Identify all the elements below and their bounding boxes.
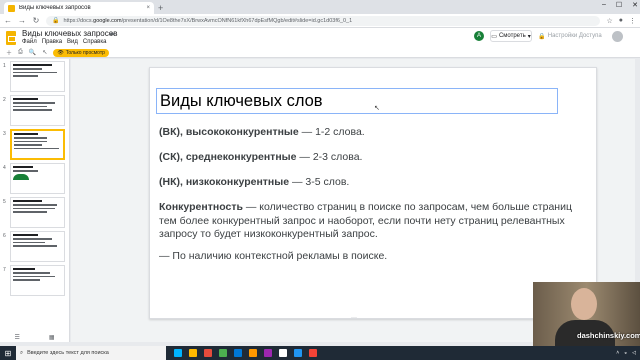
url-text: https://docs.google.com/presentation/d/1…: [63, 17, 353, 24]
maximize-button[interactable]: ☐: [616, 1, 622, 9]
view-only-badge[interactable]: 👁 Только просмотр: [53, 48, 109, 57]
docs-header: Виды ключевых запросов ☁ Файл Правка Вид…: [0, 28, 640, 48]
webcam-overlay: dashchinskiy.com: [533, 282, 640, 346]
present-icon: ▭: [491, 33, 497, 40]
new-tab-button[interactable]: +: [158, 2, 163, 14]
system-tray: ˄ ◒ ◁: [616, 350, 640, 356]
taskbar-app-icon[interactable]: [249, 349, 257, 357]
slide-thumbnail[interactable]: 4: [0, 163, 70, 195]
bullet-line-nk: (НК), низкоконкурентные — 3-5 слов.: [159, 176, 350, 188]
watermark-text: dashchinskiy.com: [577, 331, 640, 340]
select-icon[interactable]: ↖: [42, 49, 47, 56]
slide-number: 6: [3, 233, 6, 239]
filmstrip-view-controls: ☰ ▦: [0, 333, 70, 342]
browser-tab-strip: Виды ключевых запросов × + – ☐ ✕: [0, 0, 640, 14]
competition-paragraph: Конкурентность — количество страниц в по…: [159, 201, 572, 240]
slide-number: 4: [3, 165, 6, 171]
volume-icon[interactable]: ◁: [632, 350, 636, 356]
close-window-button[interactable]: ✕: [632, 1, 638, 9]
present-button-label: Смотреть: [498, 33, 526, 39]
menu-edit[interactable]: Правка: [42, 39, 62, 45]
browser-tab[interactable]: Виды ключевых запросов ×: [4, 2, 154, 14]
taskbar-app-icon[interactable]: [174, 349, 182, 357]
chart-shape-icon: [13, 173, 29, 180]
slide-number: 2: [3, 97, 6, 103]
taskbar-app-icon[interactable]: [204, 349, 212, 357]
slide-thumbnail[interactable]: 5: [0, 197, 70, 229]
slide-number: 3: [3, 131, 6, 137]
slide-thumbnail[interactable]: 1: [0, 61, 70, 93]
bullet-line-sk: (СК), среднеконкурентные — 2-3 слова.: [159, 151, 363, 163]
slide-thumbnail[interactable]: 6: [0, 231, 70, 263]
bullet-line-vk: (ВК), высококонкурентные — 1-2 слова.: [159, 126, 365, 138]
slide-thumbnail[interactable]: 7: [0, 265, 70, 297]
new-slide-icon[interactable]: ＋: [6, 48, 12, 57]
taskbar-app-icon[interactable]: [189, 349, 197, 357]
browser-tab-title: Виды ключевых запросов: [19, 5, 91, 11]
back-arrow-icon[interactable]: ←: [4, 16, 12, 25]
slide-filmstrip: 1 2 3 4 5 6 7: [0, 59, 70, 335]
slide-number: 1: [3, 63, 6, 69]
slide-title: Виды ключевых слов: [160, 92, 323, 110]
taskbar-app-icon[interactable]: [219, 349, 227, 357]
slide-number: 7: [3, 267, 6, 273]
presenter-head: [571, 288, 597, 320]
lock-icon: 🔒: [52, 18, 60, 24]
slides-favicon-icon: [8, 4, 15, 12]
menu-view[interactable]: Вид: [67, 39, 78, 45]
slide-number: 5: [3, 199, 6, 205]
url-input[interactable]: 🔒 https://docs.google.com/presentation/d…: [46, 15, 601, 26]
share-button[interactable]: 🔒 Настройки Доступа: [538, 30, 602, 42]
window-controls: – ☐ ✕: [602, 1, 638, 9]
speaker-notes-handle[interactable]: ···: [351, 315, 357, 321]
bookmark-star-icon[interactable]: ☆: [606, 17, 612, 25]
taskbar-app-icon[interactable]: [309, 349, 317, 357]
tab-close-icon[interactable]: ×: [146, 5, 150, 11]
menu-file[interactable]: Файл: [22, 39, 37, 45]
document-title[interactable]: Виды ключевых запросов: [22, 29, 118, 38]
list-view-icon[interactable]: ☰: [14, 334, 19, 341]
toolbar: ＋ ⎙ 🔍 ↖ 👁 Только просмотр: [0, 48, 640, 58]
taskbar-app-icon[interactable]: [294, 349, 302, 357]
taskbar-search-placeholder: Введите здесь текст для поиска: [27, 350, 109, 356]
taskbar-apps: [174, 349, 317, 357]
account-avatar[interactable]: [612, 31, 623, 42]
minimize-button[interactable]: –: [602, 1, 606, 9]
slide-thumbnail[interactable]: 2: [0, 95, 70, 127]
chevron-down-icon: ▾: [527, 33, 531, 40]
menu-bar: Файл Правка Вид Справка: [22, 39, 106, 45]
browser-menu-icon[interactable]: ⋮: [629, 17, 636, 25]
taskbar-search-input[interactable]: ⌕ Введите здесь текст для поиска: [16, 346, 166, 360]
network-icon[interactable]: ◒: [624, 350, 627, 356]
cloud-status-icon: ☁: [108, 30, 115, 37]
taskbar-app-icon[interactable]: [234, 349, 242, 357]
eye-icon: 👁: [57, 49, 64, 56]
mouse-cursor-icon: ↖: [374, 105, 380, 112]
windows-taskbar: ⊞ ⌕ Введите здесь текст для поиска ˄ ◒ ◁: [0, 346, 640, 360]
profile-icon[interactable]: ●: [619, 17, 623, 24]
reload-icon[interactable]: ↻: [32, 16, 40, 25]
tray-arrow-icon[interactable]: ˄: [616, 350, 619, 356]
taskbar-app-icon[interactable]: [264, 349, 272, 357]
present-button[interactable]: ▭ Смотреть ▾: [490, 30, 532, 42]
windows-start-icon[interactable]: ⊞: [0, 346, 16, 360]
view-only-label: Только просмотр: [65, 49, 105, 56]
taskbar-app-icon[interactable]: [279, 349, 287, 357]
google-slides-logo-icon[interactable]: [6, 31, 16, 45]
user-avatar[interactable]: A: [474, 31, 484, 41]
grid-view-icon[interactable]: ▦: [49, 334, 55, 341]
current-slide[interactable]: Виды ключевых слов ↖ (ВК), высококонкуре…: [149, 67, 597, 319]
lock-icon: 🔒: [538, 33, 546, 40]
address-bar: ← → ↻ 🔒 https://docs.google.com/presenta…: [0, 14, 640, 28]
zoom-icon[interactable]: 🔍: [29, 49, 36, 56]
title-textbox[interactable]: Виды ключевых слов: [156, 88, 558, 114]
forward-arrow-icon[interactable]: →: [18, 16, 26, 25]
search-icon: ⌕: [20, 349, 24, 356]
menu-help[interactable]: Справка: [83, 39, 107, 45]
ads-line: — По наличию контекстной рекламы в поиск…: [159, 250, 388, 262]
print-icon[interactable]: ⎙: [18, 49, 23, 56]
share-button-label: Настройки Доступа: [547, 33, 602, 39]
slide-thumbnail-selected[interactable]: 3: [0, 129, 70, 161]
